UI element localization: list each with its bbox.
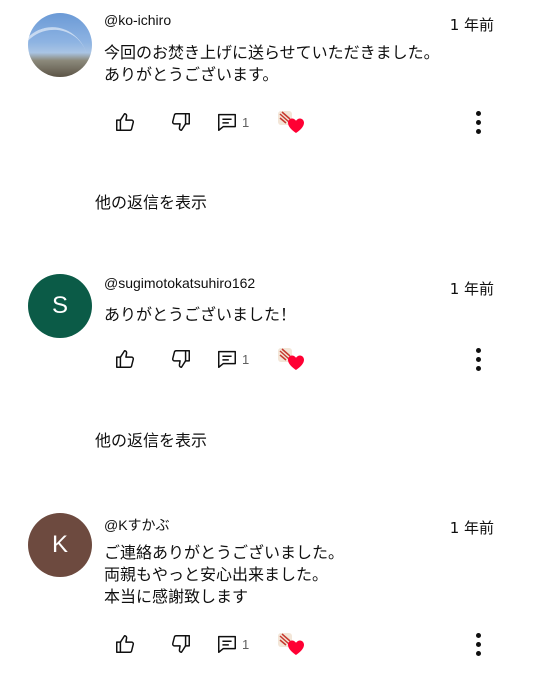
reply-button[interactable]: 1 xyxy=(216,345,249,373)
more-vertical-icon xyxy=(475,356,481,362)
creator-heart[interactable] xyxy=(276,108,306,136)
avatar[interactable]: S xyxy=(28,274,92,338)
comment-actions: 1 xyxy=(0,345,540,373)
creator-heart[interactable] xyxy=(276,630,306,658)
creator-heart-icon xyxy=(278,111,304,133)
thumbs-down-icon xyxy=(171,635,190,653)
more-vertical-icon xyxy=(475,650,481,656)
avatar[interactable] xyxy=(28,13,92,77)
comment-actions: 1 xyxy=(0,630,540,658)
thumbs-down-icon xyxy=(171,113,190,131)
comment-text: ありがとうございました！ xyxy=(104,305,297,324)
avatar-letter: S xyxy=(51,292,68,319)
more-vertical-icon xyxy=(475,632,481,638)
like-button[interactable] xyxy=(114,345,136,373)
thumbs-down-icon xyxy=(171,350,190,368)
avatar-photo-rainbow xyxy=(28,17,92,77)
more-vertical-icon xyxy=(475,641,481,647)
comment-time[interactable]: 1 年前 xyxy=(450,517,494,538)
like-button[interactable] xyxy=(114,630,136,658)
dislike-button[interactable] xyxy=(170,345,192,373)
thumbs-up-icon xyxy=(116,350,135,368)
comment-text: 今回のお焚き上げに送らせていただきました。 ありがとうございます。 xyxy=(104,43,440,84)
creator-heart[interactable] xyxy=(276,345,306,373)
more-vertical-icon xyxy=(475,128,481,134)
more-vertical-icon xyxy=(475,119,481,125)
thumbs-up-icon xyxy=(116,635,135,653)
dislike-button[interactable] xyxy=(170,108,192,136)
like-button[interactable] xyxy=(114,108,136,136)
avatar-letter: K xyxy=(51,531,68,558)
more-vertical-icon xyxy=(475,365,481,371)
reply-button[interactable]: 1 xyxy=(216,108,249,136)
reply-count: 1 xyxy=(242,351,250,367)
reply-button[interactable]: 1 xyxy=(216,630,249,658)
thumbs-up-icon xyxy=(116,113,135,131)
comment-icon xyxy=(218,113,236,131)
more-options-button[interactable] xyxy=(472,345,484,373)
more-vertical-icon xyxy=(475,347,481,353)
more-options-button[interactable] xyxy=(472,108,484,136)
avatar[interactable]: K xyxy=(28,513,92,577)
dislike-button[interactable] xyxy=(170,630,192,658)
comment-time[interactable]: 1 年前 xyxy=(450,14,494,35)
creator-heart-icon xyxy=(278,633,304,655)
comment-author[interactable]: @Kすかぶ xyxy=(104,515,170,535)
comment-icon xyxy=(218,350,236,368)
comment-author[interactable]: @sugimotokatsuhiro162 xyxy=(104,275,255,291)
creator-heart-icon xyxy=(278,348,304,370)
comment-icon xyxy=(218,635,236,653)
show-more-replies[interactable]: 他の返信を表示 xyxy=(95,189,207,213)
comment-actions: 1 xyxy=(0,108,540,136)
more-options-button[interactable] xyxy=(472,630,484,658)
reply-count: 1 xyxy=(242,636,250,652)
show-more-replies[interactable]: 他の返信を表示 xyxy=(95,427,207,451)
comment-text: ご連絡ありがとうございました。 両親もやっと安心出来ました。 本当に感謝致します xyxy=(104,543,345,606)
more-vertical-icon xyxy=(475,110,481,116)
comment-author[interactable]: @ko-ichiro xyxy=(104,12,171,28)
comment-time[interactable]: 1 年前 xyxy=(450,278,494,299)
reply-count: 1 xyxy=(242,114,250,130)
